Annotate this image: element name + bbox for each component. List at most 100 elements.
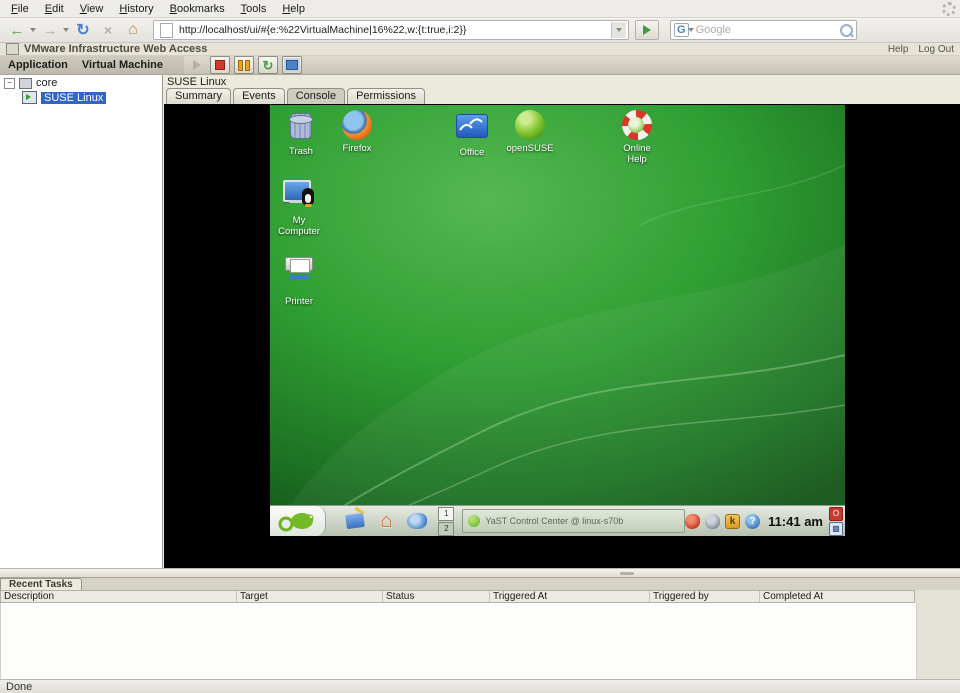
url-dropdown-icon[interactable]	[611, 22, 626, 38]
office-icon	[456, 114, 488, 138]
home-button[interactable]: ⌂	[122, 20, 144, 40]
column-target[interactable]: Target	[237, 591, 383, 602]
desktop-icon-trash[interactable]: Trash	[272, 109, 330, 158]
menu-application[interactable]: Application	[8, 59, 68, 71]
opensuse-icon	[515, 110, 545, 140]
tab-summary[interactable]: Summary	[166, 88, 231, 104]
menu-file[interactable]: File	[4, 2, 36, 16]
forward-dropdown-icon[interactable]	[63, 28, 69, 32]
search-input[interactable]	[694, 23, 840, 37]
recent-tasks-list	[0, 603, 917, 679]
application-menubar: Application Virtual Machine ↻	[0, 56, 960, 75]
throbber-icon	[942, 2, 956, 16]
search-bar[interactable]: G	[670, 20, 857, 40]
suse-chameleon-icon	[277, 509, 319, 533]
browser-menubar: File Edit View History Bookmarks Tools H…	[0, 0, 960, 18]
tree-node-core[interactable]: − core	[0, 75, 162, 89]
tree-node-vm-label: SUSE Linux	[41, 92, 106, 104]
lock-applet-icon[interactable]: ▩	[829, 522, 843, 536]
inventory-sidebar: − core SUSE Linux	[0, 75, 163, 577]
kickoff-menu-button[interactable]	[270, 506, 326, 536]
url-bar[interactable]	[153, 20, 629, 40]
browser-statusbar: Done	[0, 679, 960, 693]
desktop-icon-office[interactable]: Office	[443, 109, 501, 159]
search-engine-icon[interactable]: G	[674, 23, 689, 37]
suspend-icon[interactable]	[234, 56, 254, 74]
recent-tasks-east-gutter	[915, 590, 960, 679]
reset-icon[interactable]: ↻	[258, 56, 278, 74]
desktop-icon-my-computer[interactable]: My Computer	[270, 178, 328, 238]
tab-events[interactable]: Events	[233, 88, 285, 104]
workspace-1-button[interactable]: 1	[438, 507, 454, 521]
recent-tasks-bar: Recent Tasks	[0, 577, 960, 591]
page-icon	[160, 23, 173, 38]
console-icon[interactable]	[282, 56, 302, 74]
column-description[interactable]: Description	[1, 591, 237, 602]
column-triggered-by[interactable]: Triggered by	[650, 591, 760, 602]
workspace: SUSE Linux Summary Events Console Permis…	[164, 75, 960, 577]
notes-launcher-icon[interactable]	[344, 510, 366, 532]
workspace-2-button[interactable]: 2	[438, 522, 454, 536]
menu-history[interactable]: History	[112, 2, 160, 16]
tab-permissions[interactable]: Permissions	[347, 88, 425, 104]
stop-button[interactable]: ×	[97, 20, 119, 40]
go-button[interactable]	[635, 20, 659, 40]
play-icon[interactable]	[188, 57, 206, 73]
home-folder-launcher-icon[interactable]: ⌂	[375, 510, 397, 532]
tab-console[interactable]: Console	[287, 88, 345, 104]
vm-console-viewport[interactable]: Trash Firefox Office openSUSE	[164, 104, 960, 568]
vm-title: SUSE Linux	[167, 76, 226, 88]
url-input[interactable]	[177, 23, 611, 37]
yast-icon	[468, 515, 480, 527]
trash-icon	[290, 113, 312, 139]
splitter-grip[interactable]	[620, 572, 634, 575]
vmware-header: VMware Infrastructure Web Access Help Lo…	[0, 43, 960, 56]
logout-applet-icon[interactable]: O	[829, 507, 843, 521]
desktop-icon-online-help[interactable]: Online Help	[608, 109, 666, 166]
workspace-pager: 1 2	[438, 507, 454, 536]
desktop-icon-printer[interactable]: Printer	[270, 243, 328, 308]
tree-node-core-label: core	[36, 77, 57, 89]
column-status[interactable]: Status	[383, 591, 490, 602]
help-tray-icon[interactable]: ?	[745, 514, 760, 529]
printer-icon	[285, 257, 313, 271]
wallpaper-swoosh	[270, 105, 845, 536]
menu-edit[interactable]: Edit	[38, 2, 71, 16]
logout-link[interactable]: Log Out	[918, 44, 954, 55]
desktop-icon-opensuse[interactable]: openSUSE	[501, 109, 559, 155]
desktop-icon-firefox[interactable]: Firefox	[328, 109, 386, 155]
firefox-icon	[342, 110, 372, 140]
updater-tray-icon[interactable]	[685, 514, 700, 529]
tab-strip: Summary Events Console Permissions	[166, 88, 425, 104]
host-icon	[19, 78, 32, 89]
tree-node-vm[interactable]: SUSE Linux	[18, 89, 162, 104]
menu-virtual-machine[interactable]: Virtual Machine	[82, 59, 163, 71]
recent-tasks-header: Description Target Status Triggered At T…	[0, 590, 915, 603]
browser-navbar: ← → ↻ × ⌂ G	[0, 18, 960, 43]
column-triggered-at[interactable]: Triggered At	[490, 591, 650, 602]
menu-tools[interactable]: Tools	[234, 2, 274, 16]
app-title: VMware Infrastructure Web Access	[24, 43, 207, 55]
search-icon[interactable]	[840, 24, 853, 37]
stop-icon[interactable]	[210, 56, 230, 74]
status-text: Done	[6, 681, 32, 693]
collapse-icon[interactable]: −	[4, 78, 15, 89]
vm-powered-on-icon	[22, 91, 37, 104]
taskbar-window-button[interactable]: YaST Control Center @ linux-s70b	[462, 509, 685, 533]
menu-help[interactable]: Help	[275, 2, 312, 16]
web-launcher-icon[interactable]	[406, 510, 428, 532]
forward-button[interactable]: →	[39, 20, 61, 40]
klipper-tray-icon[interactable]: k	[725, 514, 740, 529]
guest-desktop[interactable]: Trash Firefox Office openSUSE	[270, 105, 845, 536]
system-tray: k ?	[685, 514, 760, 529]
column-completed-at[interactable]: Completed At	[760, 591, 914, 602]
taskbar-clock[interactable]: 11:41 am	[768, 514, 823, 529]
menu-bookmarks[interactable]: Bookmarks	[163, 2, 232, 16]
menu-view[interactable]: View	[73, 2, 111, 16]
back-button[interactable]: ←	[6, 20, 28, 40]
mixer-tray-icon[interactable]	[705, 514, 720, 529]
reload-button[interactable]: ↻	[72, 20, 94, 40]
guest-taskbar: ⌂ 1 2 YaST Control Center @ linux-s70b	[270, 505, 845, 536]
back-dropdown-icon[interactable]	[30, 28, 36, 32]
help-link[interactable]: Help	[888, 44, 909, 55]
